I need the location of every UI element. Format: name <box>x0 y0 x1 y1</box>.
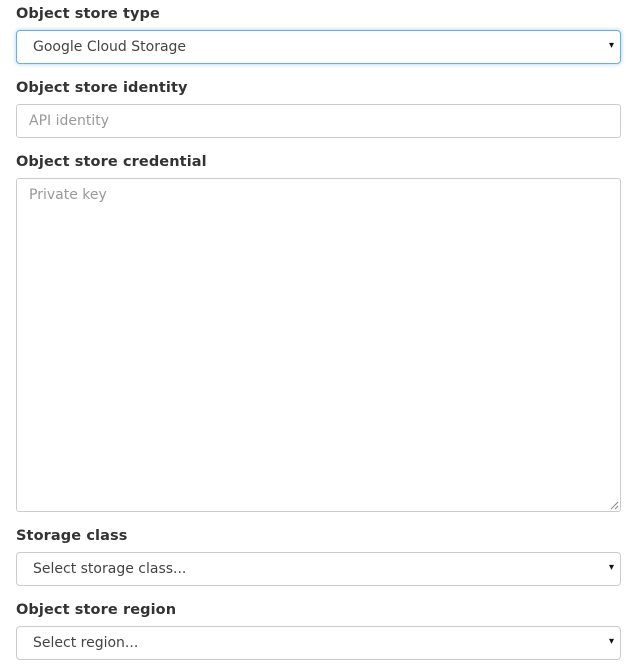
object-store-form: Object store type Google Cloud Storage ▾… <box>0 0 634 668</box>
object-store-identity-placeholder: API identity <box>29 113 110 129</box>
object-store-region-value: Select region... <box>33 635 139 651</box>
caret-down-icon: ▾ <box>608 636 614 647</box>
storage-class-value: Select storage class... <box>33 561 187 577</box>
object-store-identity-label: Object store identity <box>16 80 188 96</box>
resize-handle-icon[interactable] <box>609 500 619 510</box>
object-store-credential-label: Object store credential <box>16 154 207 170</box>
object-store-type-select[interactable]: Google Cloud Storage ▾ <box>16 30 621 64</box>
object-store-identity-input[interactable]: API identity <box>16 104 621 138</box>
object-store-type-label: Object store type <box>16 6 160 22</box>
caret-down-icon: ▾ <box>608 40 614 51</box>
caret-down-icon: ▾ <box>608 562 614 573</box>
object-store-region-label: Object store region <box>16 602 177 618</box>
object-store-type-value: Google Cloud Storage <box>33 39 187 55</box>
object-store-credential-placeholder: Private key <box>29 187 107 203</box>
object-store-region-select[interactable]: Select region... ▾ <box>16 626 621 660</box>
storage-class-select[interactable]: Select storage class... ▾ <box>16 552 621 586</box>
storage-class-label: Storage class <box>16 528 128 544</box>
object-store-credential-textarea[interactable]: Private key <box>16 178 621 512</box>
